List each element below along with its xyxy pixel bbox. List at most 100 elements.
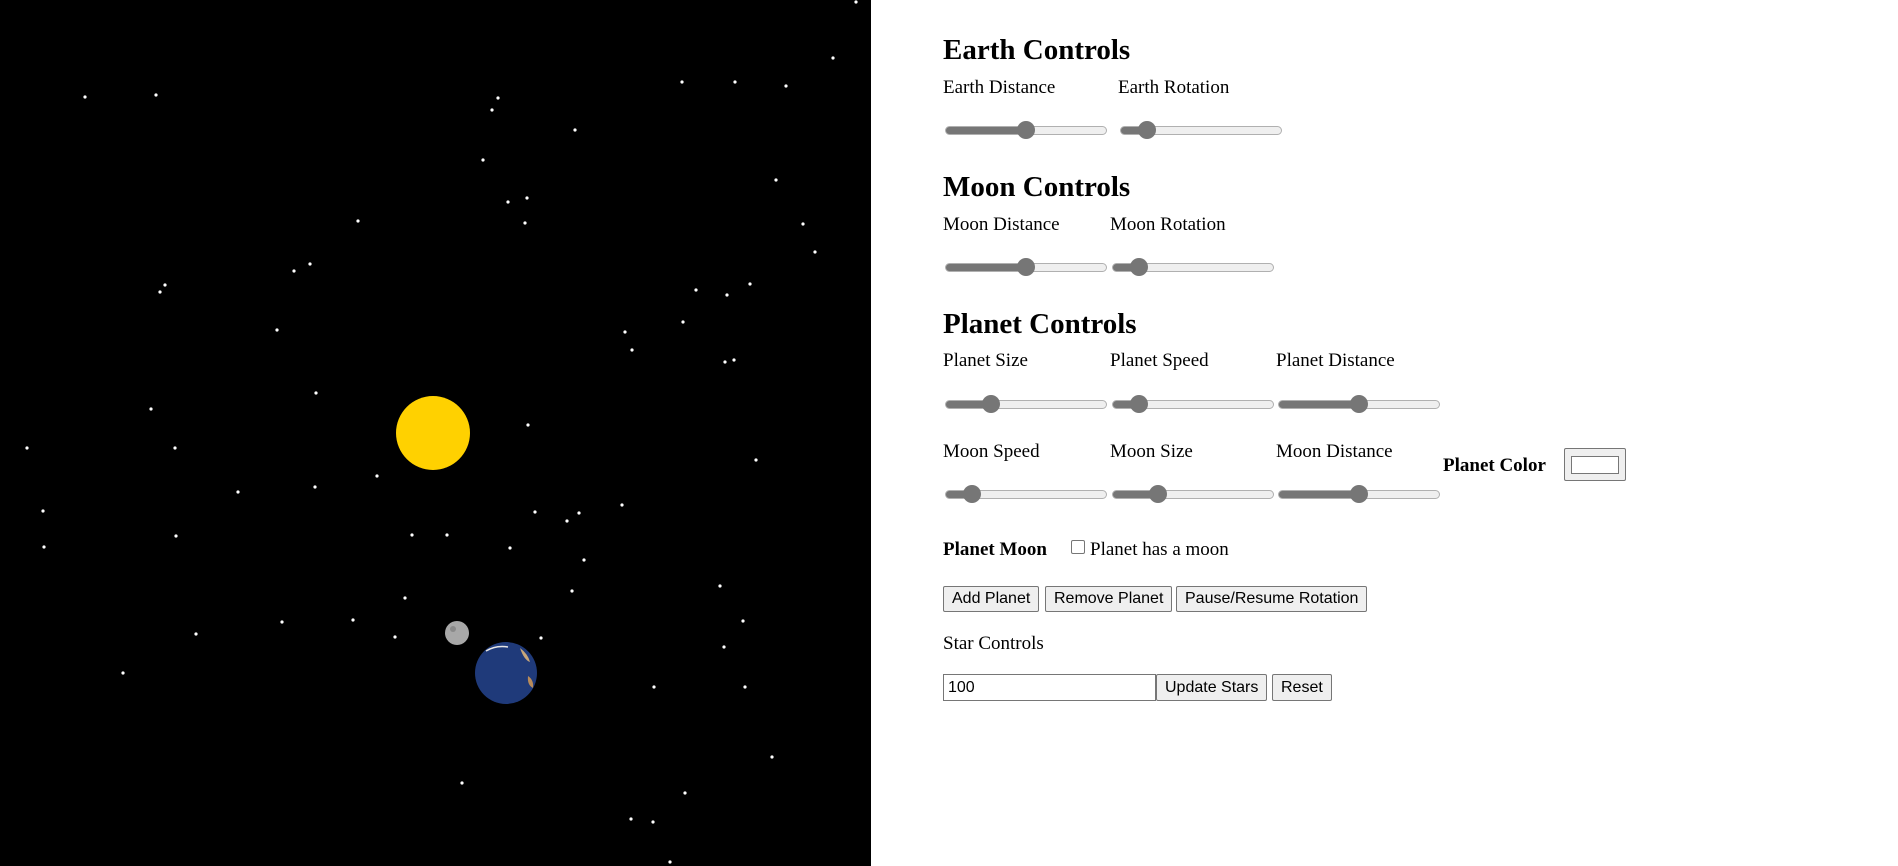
star — [314, 391, 318, 395]
star-count-input[interactable] — [943, 674, 1156, 701]
star — [351, 618, 355, 622]
planet-controls-heading: Planet Controls — [943, 308, 1137, 340]
star — [25, 446, 29, 450]
planet-moon-size-label: Moon Size — [1110, 441, 1193, 462]
star — [490, 108, 494, 112]
earth-distance-slider[interactable] — [945, 118, 1107, 142]
star — [460, 781, 464, 785]
star — [525, 196, 529, 200]
star — [313, 485, 317, 489]
star — [42, 545, 46, 549]
star — [743, 685, 747, 689]
planet-has-moon-label: Planet has a moon — [1090, 539, 1229, 560]
star — [173, 446, 177, 450]
pause-resume-button[interactable]: Pause/Resume Rotation — [1176, 586, 1368, 612]
star — [854, 0, 858, 4]
star — [163, 283, 167, 287]
star — [573, 128, 577, 132]
planet-moon-speed-slider[interactable] — [945, 482, 1107, 506]
star — [149, 407, 153, 411]
star — [770, 755, 774, 759]
moon-distance-slider[interactable] — [945, 255, 1107, 279]
reset-button[interactable]: Reset — [1272, 674, 1332, 701]
planet-color-label: Planet Color — [1443, 455, 1546, 476]
control-panel: Earth Controls Earth Distance Earth Rota… — [943, 0, 1898, 866]
earth-rotation-slider[interactable] — [1120, 118, 1282, 142]
star-controls-label: Star Controls — [943, 633, 1044, 654]
star — [236, 490, 240, 494]
star — [481, 158, 485, 162]
planet-moon-speed-label: Moon Speed — [943, 441, 1040, 462]
star — [565, 519, 569, 523]
star — [174, 534, 178, 538]
planet-size-slider[interactable] — [945, 392, 1107, 416]
star — [275, 328, 279, 332]
star — [629, 817, 633, 821]
star — [620, 503, 624, 507]
star — [539, 636, 543, 640]
star — [533, 510, 537, 514]
star — [403, 596, 407, 600]
planet-distance-slider[interactable] — [1278, 392, 1440, 416]
planet-speed-slider[interactable] — [1112, 392, 1274, 416]
star — [526, 423, 530, 427]
earth-distance-label: Earth Distance — [943, 77, 1056, 98]
star — [725, 293, 729, 297]
planet-moon-distance-slider[interactable] — [1278, 482, 1440, 506]
moon-crater — [450, 626, 456, 632]
star — [121, 671, 125, 675]
star — [508, 546, 512, 550]
remove-planet-button[interactable]: Remove Planet — [1045, 586, 1173, 612]
sun — [396, 396, 470, 470]
star — [582, 558, 586, 562]
planet-color-picker[interactable] — [1564, 448, 1626, 481]
star — [722, 645, 726, 649]
star — [813, 250, 817, 254]
planet-moon-size-slider[interactable] — [1112, 482, 1274, 506]
star — [652, 685, 656, 689]
moon-rotation-label: Moon Rotation — [1110, 214, 1226, 235]
star — [623, 330, 627, 334]
planet-moon-distance-label: Moon Distance — [1276, 441, 1393, 462]
star — [83, 95, 87, 99]
star — [694, 288, 698, 292]
star — [651, 820, 655, 824]
star — [680, 80, 684, 84]
planet-has-moon-checkbox[interactable] — [1071, 540, 1085, 554]
update-stars-button[interactable]: Update Stars — [1156, 674, 1268, 701]
star — [496, 96, 500, 100]
star — [801, 222, 805, 226]
moon-rotation-slider[interactable] — [1112, 255, 1274, 279]
star — [683, 791, 687, 795]
star — [774, 178, 778, 182]
add-planet-button[interactable]: Add Planet — [943, 586, 1040, 612]
earth — [475, 642, 537, 704]
star — [280, 620, 284, 624]
moon-distance-label: Moon Distance — [943, 214, 1060, 235]
earth-controls-heading: Earth Controls — [943, 34, 1131, 66]
star — [681, 320, 685, 324]
star — [410, 533, 414, 537]
moon-controls-heading: Moon Controls — [943, 171, 1131, 203]
earth-rotation-label: Earth Rotation — [1118, 77, 1230, 98]
star — [445, 533, 449, 537]
star — [41, 509, 45, 513]
planet-color-swatch — [1571, 456, 1619, 474]
star — [723, 360, 727, 364]
moon — [445, 621, 469, 645]
star — [154, 93, 158, 97]
star — [577, 511, 581, 515]
star — [831, 56, 835, 60]
star — [393, 635, 397, 639]
star — [158, 290, 162, 294]
star — [732, 358, 736, 362]
planet-size-label: Planet Size — [943, 350, 1028, 371]
star — [748, 282, 752, 286]
planet-speed-label: Planet Speed — [1110, 350, 1209, 371]
solar-system-canvas — [0, 0, 871, 866]
star — [570, 589, 574, 593]
star — [506, 200, 510, 204]
star — [292, 269, 296, 273]
star — [523, 221, 527, 225]
star — [741, 619, 745, 623]
